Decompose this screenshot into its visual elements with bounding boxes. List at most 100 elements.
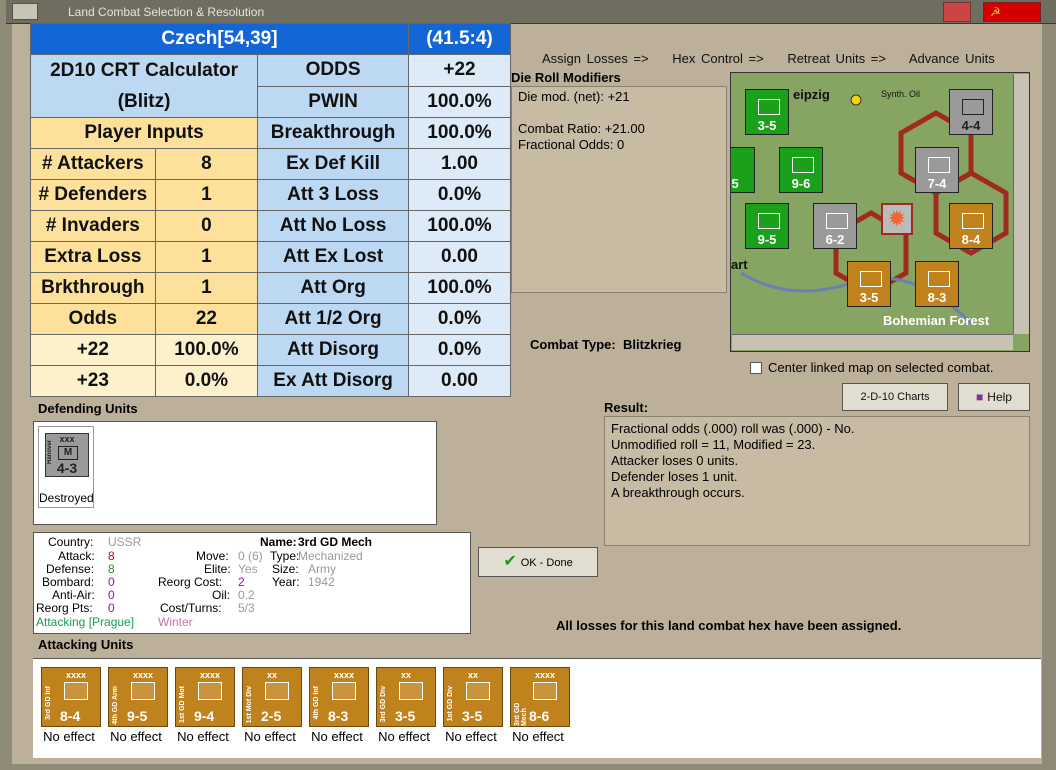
map-unit[interactable]: -5 <box>731 147 755 193</box>
crt-calculator: Czech[54,39] (41.5:4) 2D10 CRT Calculato… <box>29 23 511 397</box>
crt-result-label: ODDS <box>257 54 409 87</box>
crt-result-label: Att Org <box>257 272 409 304</box>
unit-effect: No effect <box>110 729 162 744</box>
odds-row-label: +22 <box>30 334 156 366</box>
right-frame <box>1042 24 1056 770</box>
crt-result-value: 100.0% <box>408 210 511 242</box>
step-assign-losses: Assign Losses => <box>542 51 649 66</box>
attacking-unit[interactable]: xx 1st GD Div 3-5 <box>443 667 503 727</box>
odds-row-value: 100.0% <box>154 334 259 366</box>
map-unit[interactable]: 4-4 <box>949 89 993 135</box>
attacking-units-list: xxxx 3rd GD Inf 8-4 No effect xxxx 4th GD A… <box>33 658 1041 758</box>
step-advance-units: Advance Units <box>908 51 995 66</box>
crt-result-value: 0.00 <box>408 241 511 273</box>
unit-counter: xxx M 4-3 Hanover <box>45 433 89 477</box>
checkbox-icon[interactable] <box>750 362 762 374</box>
combat-explosion-icon: ✹ <box>881 203 913 235</box>
crt-result-value: 100.0% <box>408 272 511 304</box>
attacking-unit[interactable]: xxxx 4th GD Inf 8-3 <box>309 667 369 727</box>
attacking-unit[interactable]: xxxx 3rd GD Inf 8-4 <box>41 667 101 727</box>
map-label-leipzig: eipzig <box>793 87 830 102</box>
combat-window: Land Combat Selection & Resolution ☭ Cze… <box>0 0 1056 770</box>
combat-ratio-line: Combat Ratio: +21.00 <box>518 121 645 136</box>
crt-result-label: Att Disorg <box>257 334 409 366</box>
crt-result-value: 0.00 <box>408 365 511 397</box>
unit-status: Destroyed <box>39 491 94 505</box>
left-frame <box>6 24 12 770</box>
crt-region: Czech[54,39] <box>30 23 409 55</box>
ok-done-button[interactable]: ✔ OK - Done <box>478 547 598 577</box>
close-button[interactable] <box>943 2 971 22</box>
linked-map[interactable]: eipzig Synth. Oil Bohemian Forest art 3-… <box>730 72 1030 352</box>
map-unit[interactable]: 8-4 <box>949 203 993 249</box>
unit-effect: No effect <box>311 729 363 744</box>
defending-units-header: Defending Units <box>38 401 138 416</box>
charts-button[interactable]: 2-D-10 Charts <box>842 383 948 411</box>
input-value[interactable]: 22 <box>154 303 259 335</box>
defending-unit[interactable]: xxx M 4-3 Hanover Destroyed <box>38 426 94 508</box>
input-label: # Attackers <box>30 148 156 180</box>
map-vertical-scrollbar[interactable] <box>1013 74 1029 334</box>
map-unit[interactable]: 9-5 <box>745 203 789 249</box>
input-value[interactable]: 0 <box>154 210 259 242</box>
crt-result-value: 100.0% <box>408 117 511 149</box>
center-linked-checkbox[interactable]: Center linked map on selected combat. <box>750 360 993 375</box>
odds-row-label: +23 <box>30 365 156 397</box>
help-book-icon: ■ <box>976 390 984 404</box>
attacking-unit[interactable]: xxxx 3rd GD Mech 8-6 <box>510 667 570 727</box>
crt-ratio: (41.5:4) <box>408 23 511 55</box>
odds-row-value: 0.0% <box>154 365 259 397</box>
crt-result-label: Att No Loss <box>257 210 409 242</box>
input-label: Odds <box>30 303 156 335</box>
crt-result-value: 0.0% <box>408 303 511 335</box>
input-value[interactable]: 1 <box>154 179 259 211</box>
map-unit[interactable]: 9-6 <box>779 147 823 193</box>
unit-effect: No effect <box>43 729 95 744</box>
map-unit[interactable]: 6-2 <box>813 203 857 249</box>
crt-result-label: Breakthrough <box>257 117 409 149</box>
combat-type: Combat Type: Blitzkrieg <box>530 337 682 352</box>
input-value[interactable]: 1 <box>154 272 259 304</box>
map-label-art: art <box>731 257 748 272</box>
fractional-odds-line: Fractional Odds: 0 <box>518 137 625 152</box>
crt-result-value: 0.0% <box>408 179 511 211</box>
step-retreat-units: Retreat Units => <box>787 51 886 66</box>
result-box: Fractional odds (.000) roll was (.000) -… <box>604 416 1030 546</box>
ussr-flag-icon: ☭ <box>983 2 1041 22</box>
combat-type-value: Blitzkrieg <box>622 337 682 352</box>
map-label-bohemian-forest: Bohemian Forest <box>883 313 990 328</box>
map-horizontal-scrollbar[interactable] <box>732 334 1013 350</box>
die-roll-header: Die Roll Modifiers <box>511 70 621 85</box>
crt-result-label: Ex Att Disorg <box>257 365 409 397</box>
combat-steps: Assign Losses => Hex Control => Retreat … <box>542 51 1013 66</box>
game-flag-icon <box>12 3 38 20</box>
crt-title: 2D10 CRT Calculator (Blitz) <box>29 54 259 118</box>
input-value[interactable]: 8 <box>154 148 259 180</box>
help-button[interactable]: ■ Help <box>958 383 1030 411</box>
step-hex-control: Hex Control => <box>672 51 764 66</box>
input-label: # Defenders <box>30 179 156 211</box>
attacking-unit[interactable]: xxxx 1st GD Mot 9-4 <box>175 667 235 727</box>
attacking-unit[interactable]: xx 1st Mot Div 2-5 <box>242 667 302 727</box>
check-icon: ✔ <box>503 553 517 570</box>
input-label: Brkthrough <box>30 272 156 304</box>
crt-result-label: Att 3 Loss <box>257 179 409 211</box>
map-unit[interactable]: 3-5 <box>847 261 891 307</box>
map-label-synth-oil: Synth. Oil <box>881 89 921 99</box>
attacking-unit[interactable]: xx 3rd GD Div 3-5 <box>376 667 436 727</box>
map-unit[interactable]: 7-4 <box>915 147 959 193</box>
input-value[interactable]: 1 <box>154 241 259 273</box>
crt-result-value: 0.0% <box>408 334 511 366</box>
defending-units-list: xxx M 4-3 Hanover Destroyed <box>33 421 437 525</box>
player-inputs-header: Player Inputs <box>29 117 259 149</box>
attacking-unit[interactable]: xxxx 4th GD Arm 9-5 <box>108 667 168 727</box>
map-unit[interactable]: 3-5 <box>745 89 789 135</box>
crt-result-label: Att Ex Lost <box>257 241 409 273</box>
attacking-units-header: Attacking Units <box>38 637 134 652</box>
all-losses-message: All losses for this land combat hex have… <box>556 618 902 633</box>
crt-result-value: 100.0% <box>408 85 511 118</box>
crt-result-label: Ex Def Kill <box>257 148 409 180</box>
crt-result-value: +22 <box>408 54 511 87</box>
input-label: Extra Loss <box>30 241 156 273</box>
map-unit[interactable]: 8-3 <box>915 261 959 307</box>
